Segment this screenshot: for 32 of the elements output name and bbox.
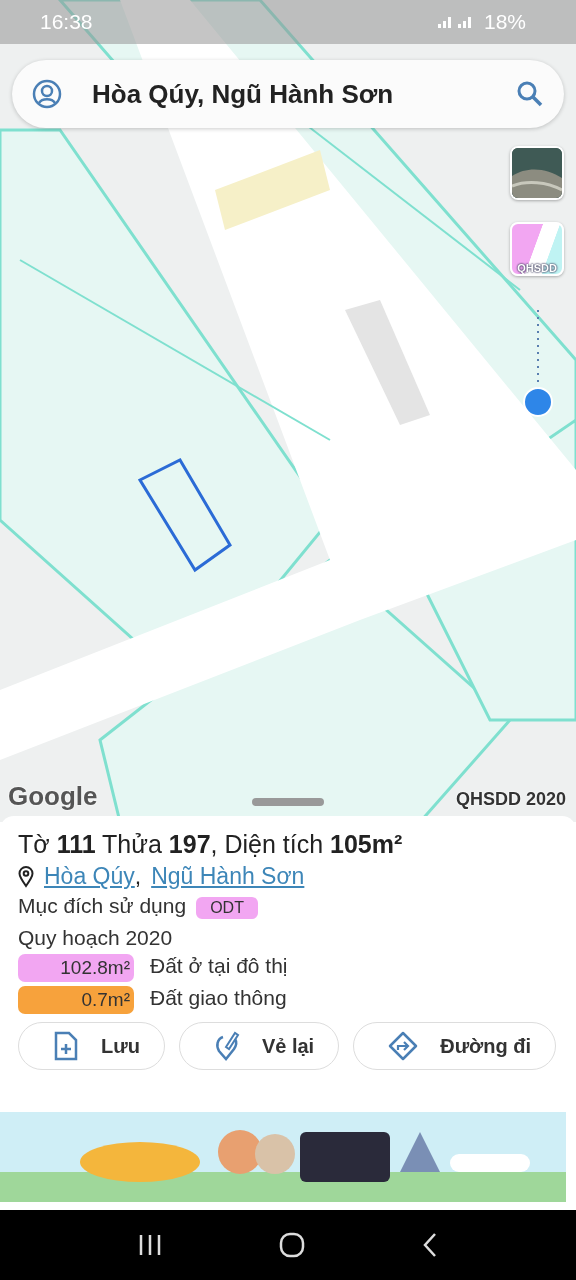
purpose-tag: ODT [196,897,258,919]
save-button[interactable]: Lưu [18,1022,165,1070]
separator: , [134,863,142,890]
area-chip: 0.7m² [18,986,134,1014]
account-icon [32,79,62,109]
search-field[interactable]: Hòa Qúy, Ngũ Hành Sơn [12,60,564,128]
plan-title: Quy hoạch 2020 [18,926,174,950]
map-logo: Google [8,781,98,812]
recent-apps-icon[interactable] [138,1234,163,1256]
drag-handle[interactable] [252,798,324,806]
battery-level: 18% [483,10,526,34]
redraw-button[interactable]: Vẻ lại [178,1022,340,1070]
location-dot-icon [522,308,554,418]
area-chip: 102.8m² [18,954,134,982]
map-layer-label: QHSDD 2020 [455,789,566,810]
pencil-icon [213,1031,240,1061]
back-icon[interactable] [421,1232,438,1258]
place-link[interactable]: Hòa Qúy [44,863,135,890]
directions-button[interactable]: Đường đi [353,1022,557,1070]
add-file-icon [53,1031,79,1061]
parcel-title: Tờ 111 Thửa 197, Diện tích 105m² [18,830,404,859]
planning-layer-button[interactable]: QHSDD [510,222,564,276]
place-link[interactable]: Ngũ Hành Sơn [151,863,305,890]
home-icon[interactable] [279,1232,305,1258]
satellite-layer-button[interactable] [510,146,564,200]
directions-icon [388,1031,419,1061]
status-time: 16:38 [40,10,93,34]
land-use-label: Đất ở tại đô thị [150,954,288,978]
land-use-label: Đất giao thông [150,986,287,1010]
location-pin-icon [18,865,34,888]
search-icon[interactable] [516,80,544,108]
purpose-label: Mục đích sử dụng [18,894,187,918]
